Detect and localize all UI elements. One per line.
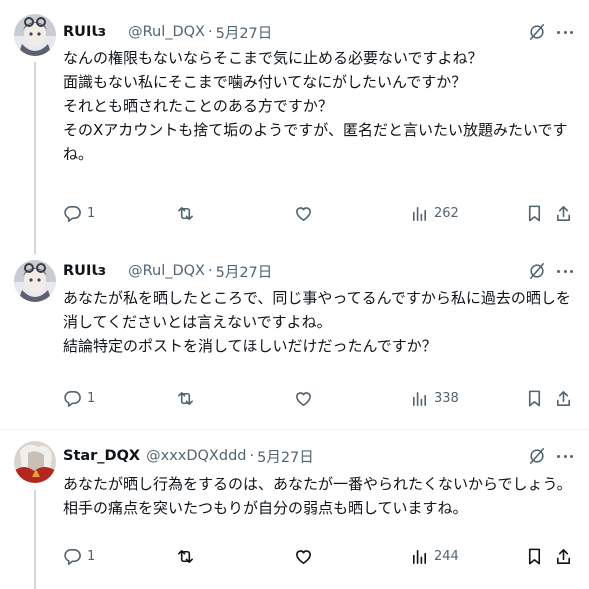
avatar[interactable] <box>14 441 56 483</box>
share-icon <box>556 548 571 564</box>
views-button[interactable]: 262 <box>410 202 459 224</box>
reply-icon <box>64 205 81 222</box>
post-date[interactable]: 5月27日 <box>216 22 273 43</box>
post-date[interactable]: 5月27日 <box>257 446 314 467</box>
share-button[interactable] <box>554 545 573 567</box>
tweet-line: 消してくださいとは言えないですよね。 <box>63 313 332 331</box>
tweet-header: Star_DQX @xxxDQXddd · 5月27日 <box>63 446 314 466</box>
tweet-2[interactable]: RUIƖз @Rul_DQX · 5月27日 あなたが私を晒したところで、同じ事… <box>0 252 589 432</box>
more-icon[interactable] <box>555 23 575 41</box>
retweet-icon <box>178 391 193 405</box>
share-icon <box>556 205 571 221</box>
tweet-header: RUIƖз @Rul_DQX · 5月27日 <box>63 22 272 42</box>
display-name[interactable]: Star_DQX <box>63 448 140 464</box>
view-count: 244 <box>434 548 459 564</box>
tweet-header: RUIƖз @Rul_DQX · 5月27日 <box>63 261 272 281</box>
action-bar: 1 262 <box>63 202 575 224</box>
like-button[interactable] <box>294 202 318 224</box>
post-date[interactable]: 5月27日 <box>216 261 273 282</box>
thread-line <box>34 490 36 589</box>
retweet-icon <box>178 549 193 563</box>
tweet-1[interactable]: RUIƖз @Rul_DQX · 5月27日 なんの権限もないならそこまで気に止… <box>0 0 589 254</box>
tweet-text: あなたが私を晒したところで、同じ事やってるんですから私に過去の晒しを 消してくだ… <box>63 286 573 358</box>
like-button[interactable] <box>294 387 318 409</box>
bookmark-button[interactable] <box>525 545 544 567</box>
tweet-line: なんの権限もないならそこまで気に止める必要ないですよね？ <box>63 49 483 67</box>
heart-icon <box>296 549 311 564</box>
action-bar: 1 338 <box>63 387 575 409</box>
tweet-line: それとも晒されたことのある方ですか？ <box>63 97 333 115</box>
grok-icon[interactable] <box>528 262 546 280</box>
tweet-text: なんの権限もないならそこまで気に止める必要ないですよね？ 面識もない私にそこまで… <box>63 46 573 166</box>
grok-icon[interactable] <box>528 447 546 465</box>
separator-dot: · <box>207 24 213 40</box>
reply-button[interactable]: 1 <box>63 545 95 567</box>
views-icon <box>412 549 427 564</box>
reply-icon <box>64 390 81 407</box>
thread-line <box>34 62 36 254</box>
heart-icon <box>296 391 311 406</box>
tweet-line: 面識もない私にそこまで噛み付いてなにがしたいんですか？ <box>63 73 467 91</box>
views-icon <box>412 391 427 406</box>
tweet-line: ね。 <box>63 145 94 163</box>
reply-count: 1 <box>87 548 96 564</box>
reply-count: 1 <box>87 390 96 406</box>
reply-icon <box>64 548 81 565</box>
tweet-line: 相手の痛点を突いたつもりが自分の弱点も晒していますね。 <box>63 499 468 517</box>
display-name[interactable]: RUIƖз <box>63 263 106 279</box>
retweet-button[interactable] <box>176 545 200 567</box>
user-handle[interactable]: @xxxDQXddd <box>146 448 246 464</box>
avatar-image <box>14 441 56 483</box>
retweet-icon <box>178 206 193 220</box>
action-bar: 1 244 <box>63 545 575 567</box>
reply-button[interactable]: 1 <box>63 387 95 409</box>
view-count: 338 <box>434 390 459 406</box>
share-icon <box>556 390 571 406</box>
tweet-line: あなたが私を晒したところで、同じ事やってるんですから私に過去の晒しを <box>63 289 571 307</box>
heart-icon <box>296 206 311 221</box>
reply-button[interactable]: 1 <box>63 202 95 224</box>
views-button[interactable]: 244 <box>410 545 459 567</box>
views-button[interactable]: 338 <box>410 387 459 409</box>
retweet-button[interactable] <box>176 387 200 409</box>
reply-count: 1 <box>87 205 96 221</box>
bookmark-icon <box>528 205 541 221</box>
bookmark-icon <box>528 548 541 564</box>
user-handle[interactable]: @Rul_DQX <box>128 263 205 279</box>
separator-dot: · <box>249 448 255 464</box>
more-icon[interactable] <box>555 262 575 280</box>
tweet-text: あなたが晒し行為をするのは、あなたが一番やられたくないからでしょう。 相手の痛点… <box>63 472 573 520</box>
share-button[interactable] <box>554 387 573 409</box>
tweet-3[interactable]: Star_DQX @xxxDQXddd · 5月27日 あなたが晒し行為をするの… <box>0 430 589 589</box>
like-button[interactable] <box>294 545 318 567</box>
tweet-line: そのXアカウントも捨て垢のようですが、匿名だと言いたい放題みたいです <box>63 121 568 139</box>
tweet-line: 結論特定のポストを消してほしいだけだったんですか？ <box>63 337 437 355</box>
grok-icon[interactable] <box>528 23 546 41</box>
view-count: 262 <box>434 205 459 221</box>
views-icon <box>412 206 427 221</box>
bookmark-button[interactable] <box>525 202 544 224</box>
bookmark-button[interactable] <box>525 387 544 409</box>
avatar-image <box>14 14 56 56</box>
bookmark-icon <box>528 390 541 406</box>
display-name[interactable]: RUIƖз <box>63 24 106 40</box>
avatar[interactable] <box>14 260 56 302</box>
separator-dot: · <box>207 263 213 279</box>
share-button[interactable] <box>554 202 573 224</box>
more-icon[interactable] <box>555 447 575 465</box>
retweet-button[interactable] <box>176 202 200 224</box>
tweet-line: あなたが晒し行為をするのは、あなたが一番やられたくないからでしょう。 <box>63 475 572 493</box>
avatar[interactable] <box>14 14 56 56</box>
user-handle[interactable]: @Rul_DQX <box>128 24 205 40</box>
avatar-image <box>14 260 56 302</box>
